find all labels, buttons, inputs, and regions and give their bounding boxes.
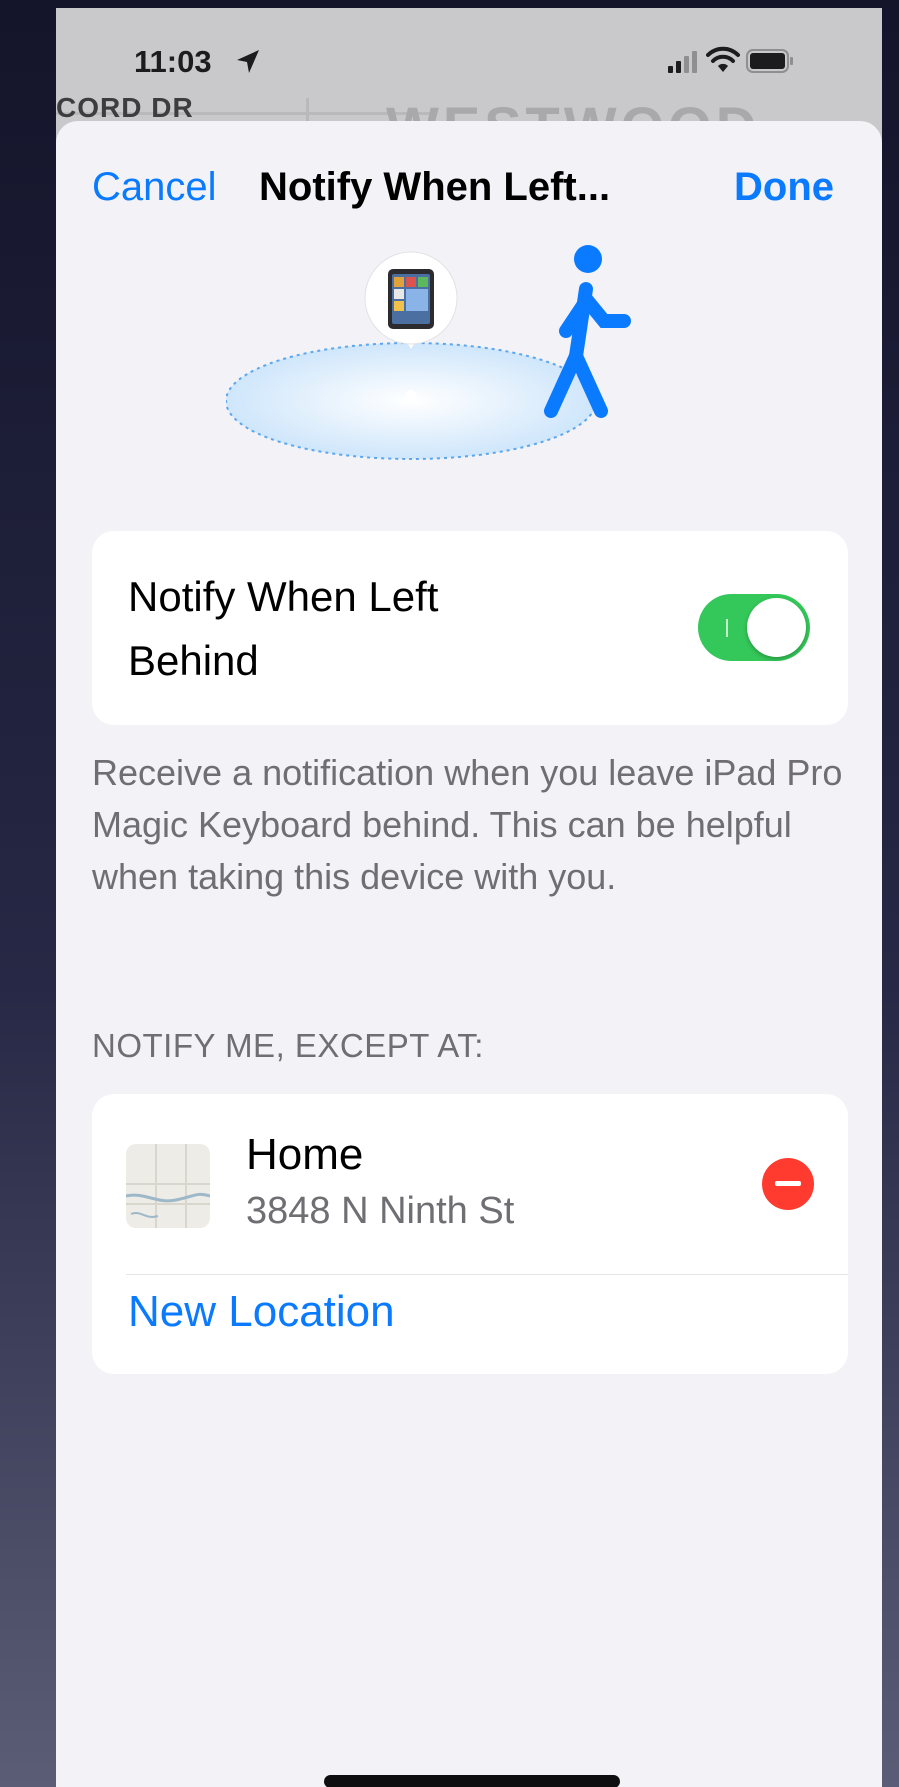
minus-icon xyxy=(775,1181,801,1186)
geofence-zone xyxy=(226,342,597,460)
notify-left-behind-switch[interactable] xyxy=(698,594,810,661)
status-time: 11:03 xyxy=(134,44,212,79)
notify-sheet: Cancel Notify When Left... Done Notify W… xyxy=(56,121,882,1787)
exception-locations-card: Home 3848 N Ninth St New Location xyxy=(92,1094,848,1374)
toggle-description: Receive a notification when you leave iP… xyxy=(92,752,843,897)
location-arrow-icon xyxy=(237,50,259,73)
wifi-icon xyxy=(706,46,740,72)
walking-person-icon xyxy=(544,245,631,418)
cancel-button[interactable]: Cancel xyxy=(92,165,217,210)
phone-screen: WESTWOOD CORD DR 11:03 Cancel Notify Whe… xyxy=(56,8,882,1787)
notify-toggle-card: Notify When Left Behind xyxy=(92,531,848,725)
map-street-label: CORD DR xyxy=(56,92,194,123)
location-name: Home xyxy=(246,1130,364,1179)
cellular-signal-icon xyxy=(668,51,697,73)
switch-on-indicator xyxy=(726,619,728,637)
ipad-device-pin xyxy=(364,251,458,349)
row-divider xyxy=(126,1274,848,1275)
map-thumbnail-icon xyxy=(126,1144,210,1228)
toggle-label: Notify When Left Behind xyxy=(128,573,439,684)
remove-location-button[interactable] xyxy=(762,1158,814,1210)
done-button[interactable]: Done xyxy=(734,165,834,210)
exceptions-header: NOTIFY ME, EXCEPT AT: xyxy=(92,1027,484,1064)
battery-icon xyxy=(746,49,793,73)
switch-knob xyxy=(747,598,806,657)
new-location-button[interactable]: New Location xyxy=(128,1287,395,1337)
page-title: Notify When Left... xyxy=(259,165,611,209)
status-bar: WESTWOOD CORD DR 11:03 xyxy=(56,8,882,158)
home-indicator[interactable] xyxy=(324,1775,620,1787)
location-address: 3848 N Ninth St xyxy=(246,1190,515,1232)
left-behind-illustration xyxy=(226,245,631,460)
